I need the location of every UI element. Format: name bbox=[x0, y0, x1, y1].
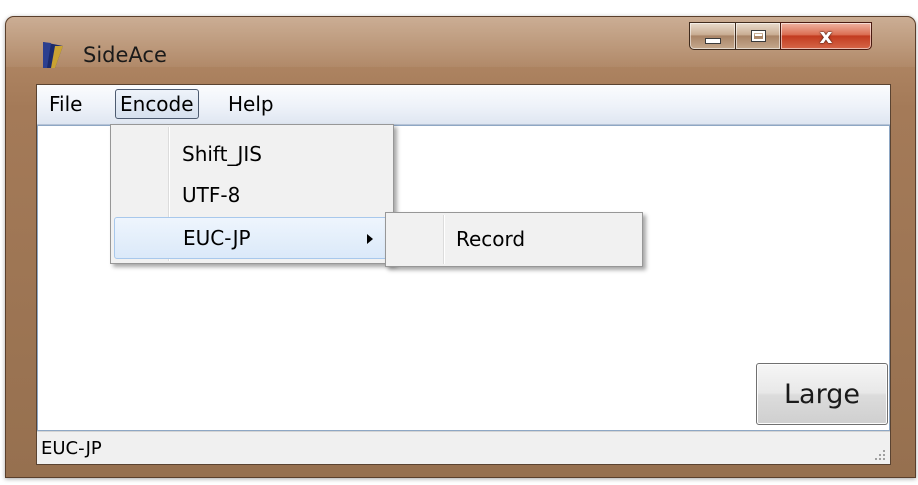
menu-encode[interactable]: Encode bbox=[115, 89, 199, 119]
euc-jp-submenu: Record bbox=[385, 212, 643, 267]
menu-item-label: Shift_JIS bbox=[182, 142, 262, 166]
status-text: EUC-JP bbox=[41, 438, 102, 459]
submenu-arrow-icon bbox=[367, 234, 373, 244]
menu-file[interactable]: File bbox=[45, 91, 86, 117]
large-button[interactable]: Large bbox=[756, 363, 888, 425]
menu-item-label: EUC-JP bbox=[183, 226, 251, 250]
menubar: File Encode Help bbox=[37, 85, 890, 125]
menu-item-record[interactable]: Record bbox=[389, 219, 639, 259]
minimize-icon bbox=[704, 38, 721, 44]
app-icon bbox=[43, 42, 63, 68]
menu-item-label: Record bbox=[456, 227, 526, 251]
caption-buttons: x bbox=[689, 22, 872, 50]
close-button[interactable]: x bbox=[780, 22, 872, 50]
window-title: SideAce bbox=[83, 43, 167, 67]
maximize-icon bbox=[750, 30, 766, 42]
menu-item-euc-jp[interactable]: EUC-JP bbox=[114, 217, 390, 259]
menu-help[interactable]: Help bbox=[224, 91, 278, 117]
maximize-button[interactable] bbox=[735, 22, 780, 50]
encode-dropdown-menu: Shift_JIS UTF-8 EUC-JP bbox=[110, 124, 394, 264]
menu-item-utf-8[interactable]: UTF-8 bbox=[114, 176, 390, 214]
status-bar: EUC-JP bbox=[37, 431, 890, 464]
menu-item-shift-jis[interactable]: Shift_JIS bbox=[114, 135, 390, 173]
minimize-button[interactable] bbox=[689, 22, 735, 50]
resize-grip-icon[interactable] bbox=[872, 447, 886, 461]
close-icon: x bbox=[819, 24, 833, 48]
menu-item-label: UTF-8 bbox=[182, 183, 241, 207]
